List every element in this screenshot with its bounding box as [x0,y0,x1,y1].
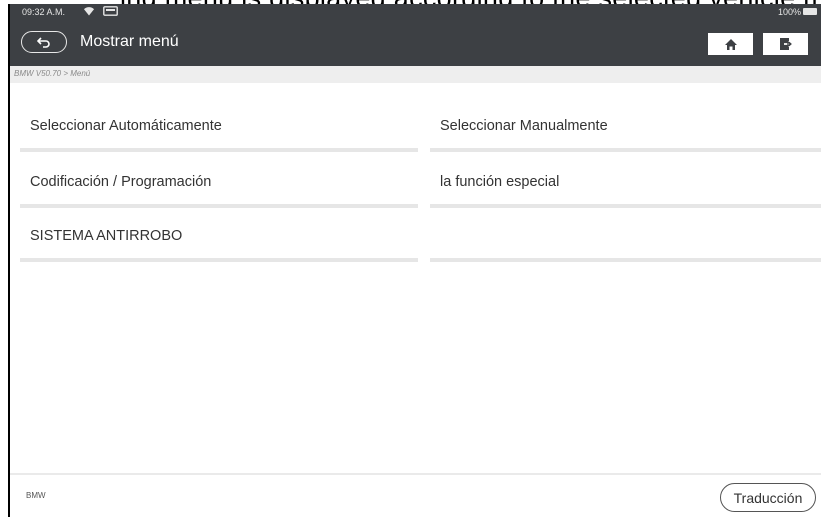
wifi-icon [84,7,94,16]
menu-item-label: la función especial [440,174,560,190]
exit-button[interactable] [763,33,808,55]
menu-item-label: SISTEMA ANTIRROBO [30,228,183,244]
translate-button[interactable]: Traducción [720,483,816,512]
breadcrumb: BMW V50.70 > Menú [14,69,91,78]
menu-item-separator [20,258,418,262]
battery-icon [803,8,817,15]
menu-item-empty [430,208,821,262]
status-time: 09:32 A.M. [22,7,66,17]
breadcrumb-bar: BMW V50.70 > Menú [10,66,821,83]
footer-brand: BMW [26,491,46,500]
battery-level: 100% [777,7,801,17]
menu-item-manual-select[interactable]: Seleccionar Manualmente [430,98,821,152]
menu-item-label: Seleccionar Manualmente [440,118,608,134]
menu-item-label: Seleccionar Automáticamente [30,118,222,134]
back-button[interactable] [21,31,67,53]
app-header: 09:32 A.M. 100% Mostrar menú [10,4,821,66]
page-title: Mostrar menú [80,33,179,50]
menu-item-label: Codificación / Programación [30,174,212,190]
vci-connector-icon [103,6,118,16]
home-button[interactable] [708,33,753,55]
menu-item-anti-theft[interactable]: SISTEMA ANTIRROBO [20,208,418,262]
menu-item-auto-select[interactable]: Seleccionar Automáticamente [20,98,418,152]
home-icon [724,38,737,50]
menu-item-separator [430,258,821,262]
menu-item-coding-programming[interactable]: Codificación / Programación [20,154,418,208]
footer-divider [10,473,821,475]
screenshot-frame: ing menu is displayed according to the s… [0,0,821,517]
back-arrow-icon [37,37,50,48]
menu-item-special-function[interactable]: la función especial [430,154,821,208]
exit-icon [779,38,793,50]
tablet-screen: 09:32 A.M. 100% Mostrar menú BMW V50.70 … [8,4,821,517]
menu-item-separator [20,148,418,152]
menu-item-separator [430,148,821,152]
